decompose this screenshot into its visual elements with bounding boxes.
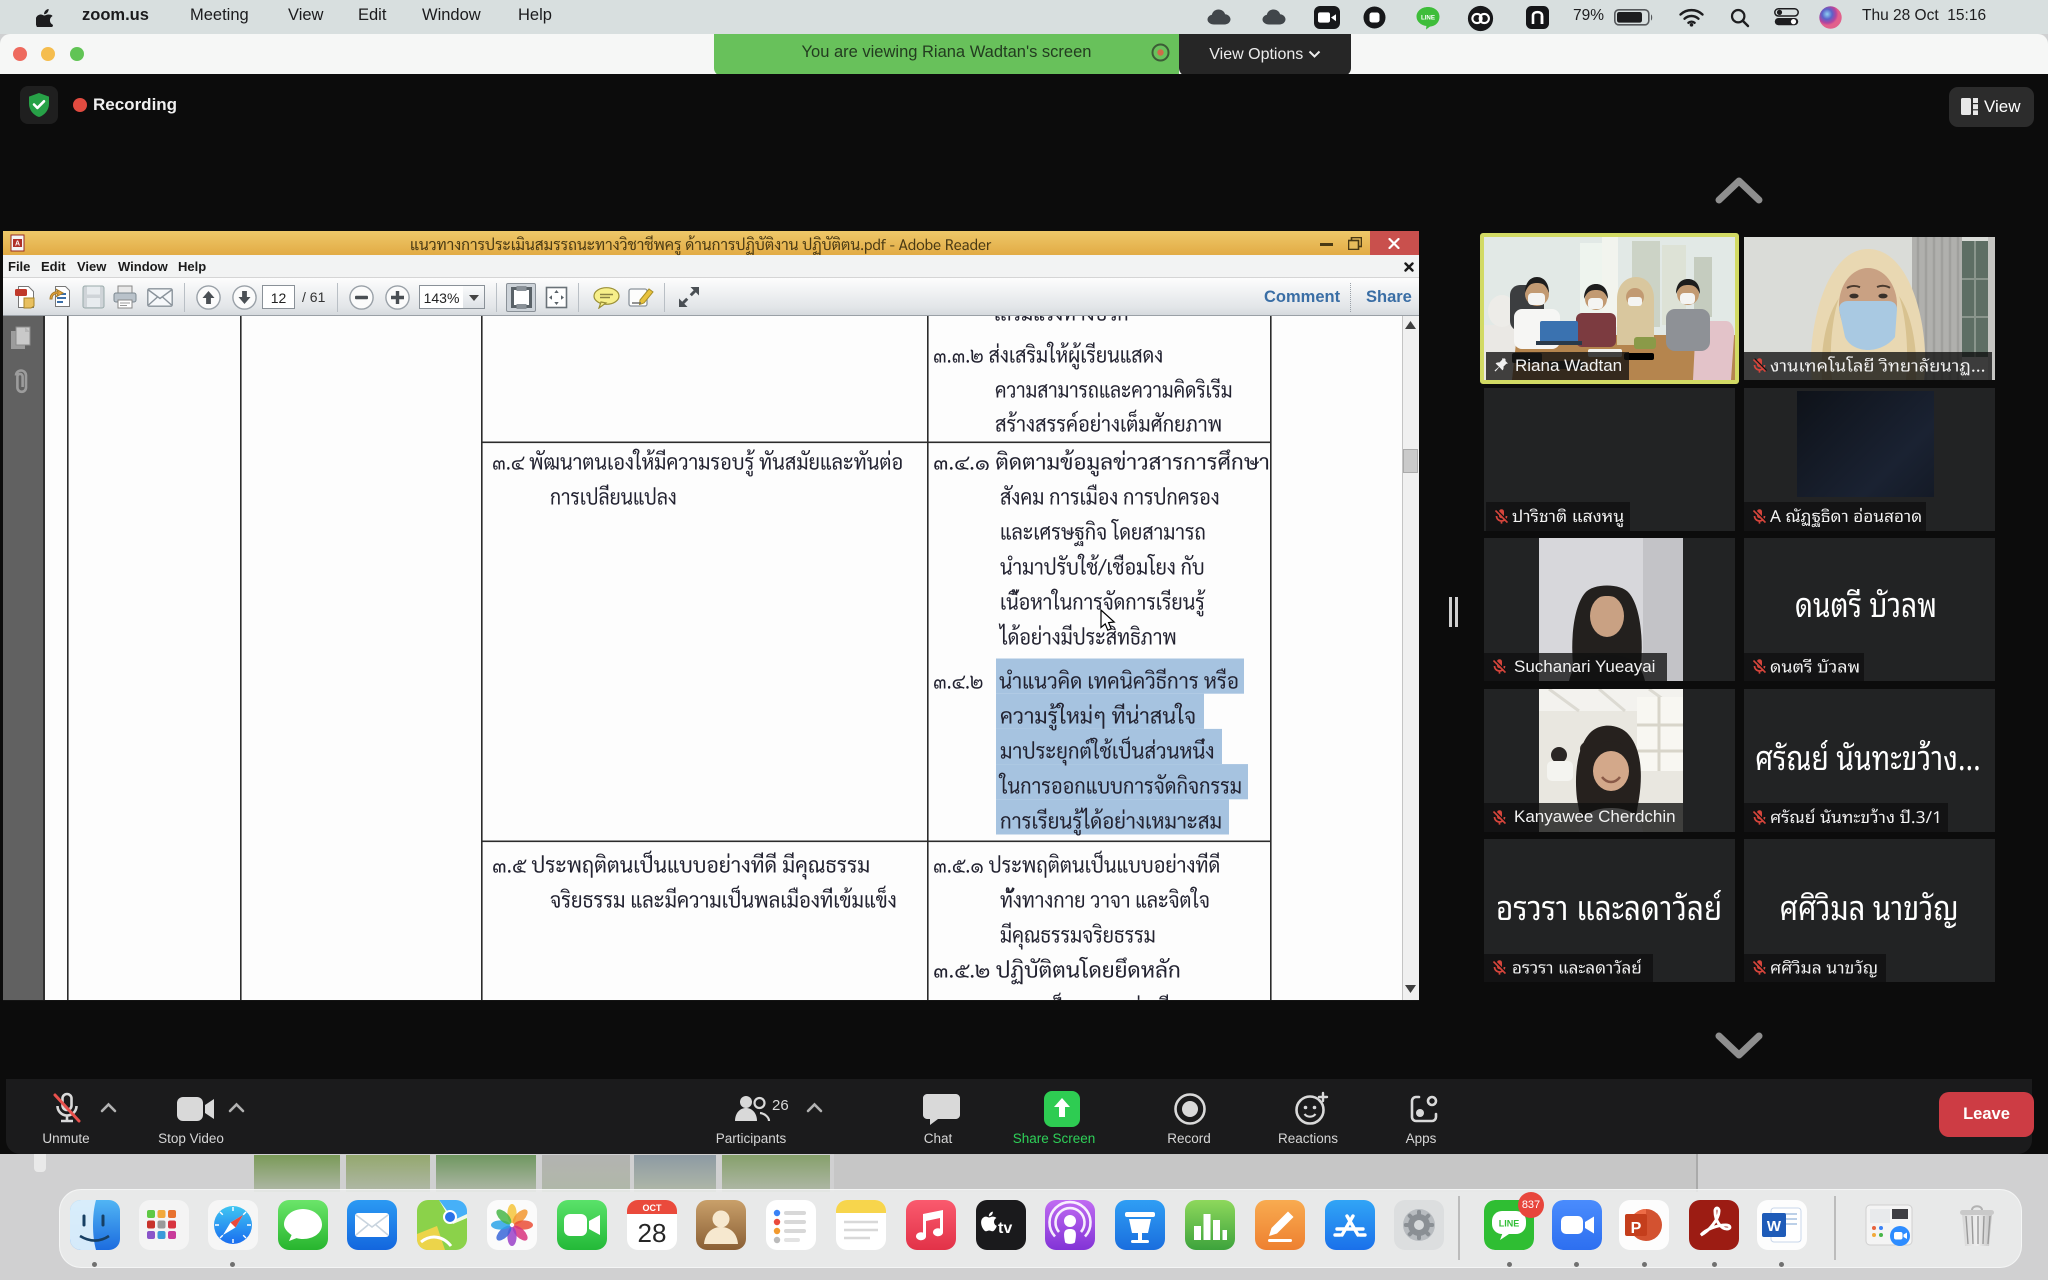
svg-text:28: 28 [637,1218,666,1248]
svg-text:tv: tv [998,1220,1012,1237]
svg-text:LINE: LINE [1421,15,1435,22]
svg-text:OCT: OCT [642,1203,662,1213]
svg-text:P: P [1631,1220,1642,1237]
svg-text:A: A [15,241,20,248]
svg-text:LINE: LINE [1499,1219,1520,1229]
svg-text:W: W [1766,1218,1781,1235]
